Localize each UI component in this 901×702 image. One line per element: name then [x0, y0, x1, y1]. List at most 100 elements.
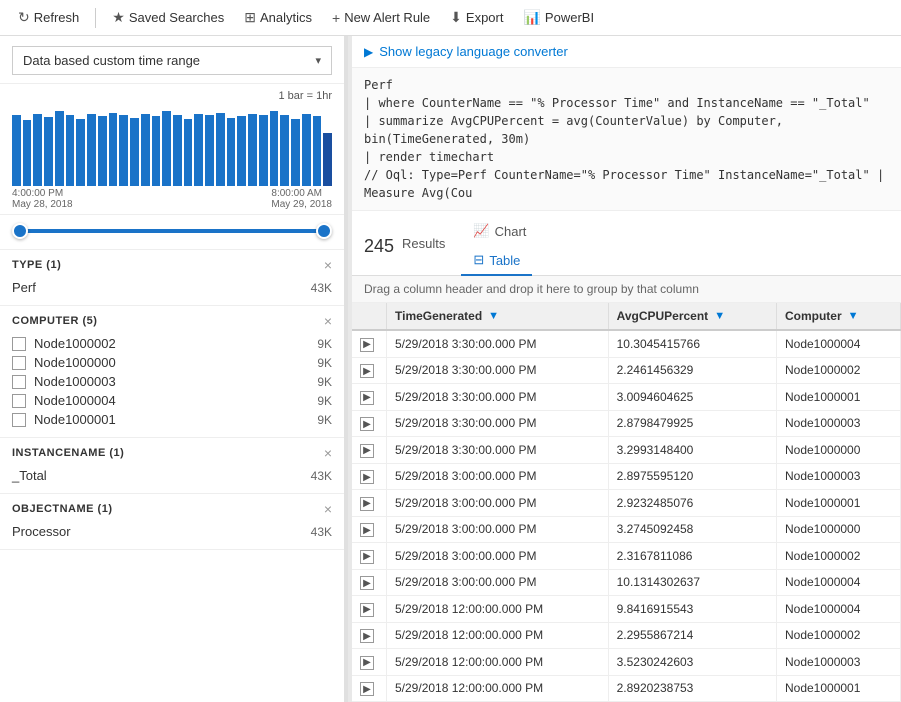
histogram-bar [291, 119, 300, 186]
facet-header-instancename: INSTANCENAME (1) × [12, 446, 332, 460]
table-cell-computer: Node1000002 [776, 357, 900, 384]
legacy-arrow-icon: ▶ [364, 45, 373, 59]
expand-col: ▶ [352, 569, 387, 596]
facet-close-objectname[interactable]: × [324, 502, 332, 516]
facet-checkbox[interactable] [12, 356, 26, 370]
analytics-button[interactable]: ⊞ Analytics [236, 5, 320, 30]
facet-count: 9K [317, 394, 332, 408]
row-expand-button[interactable]: ▶ [360, 444, 374, 458]
facet-checkbox[interactable] [12, 394, 26, 408]
table-cell-avgcpupercent: 9.8416915543 [608, 596, 776, 623]
facet-section-type: TYPE (1)×Perf43K [0, 250, 344, 306]
table-section[interactable]: TimeGenerated▼AvgCPUPercent▼Computer▼ ▶5… [352, 303, 901, 702]
facet-row-left: Perf [12, 280, 36, 295]
powerbi-button[interactable]: 📊 PowerBI [515, 5, 602, 30]
toolbar-sep-1 [95, 8, 96, 28]
facet-section-computer: COMPUTER (5)×Node10000029KNode10000009KN… [0, 306, 344, 438]
facet-close-computer[interactable]: × [324, 314, 332, 328]
col-label: TimeGenerated [395, 309, 482, 323]
tab-chart[interactable]: 📈Chart [461, 217, 538, 247]
row-expand-button[interactable]: ▶ [360, 470, 374, 484]
facet-checkbox[interactable] [12, 337, 26, 351]
saved-searches-button[interactable]: ★ Saved Searches [104, 5, 232, 30]
table-row: ▶5/29/2018 3:30:00.000 PM2.8798479925Nod… [352, 410, 901, 437]
facet-checkbox[interactable] [12, 375, 26, 389]
row-expand-button[interactable]: ▶ [360, 364, 374, 378]
histogram-bar [248, 114, 257, 186]
tab-label-table: Table [489, 253, 520, 268]
row-expand-button[interactable]: ▶ [360, 417, 374, 431]
expand-col: ▶ [352, 516, 387, 543]
legacy-label: Show legacy language converter [379, 44, 568, 59]
facet-value: Node1000001 [34, 412, 116, 427]
histogram-bar [184, 119, 193, 186]
tabs-container: 📈Chart⊟Table [461, 217, 538, 275]
new-alert-button[interactable]: + New Alert Rule [324, 6, 438, 30]
histogram-section: 1 bar = 1hr 4:00:00 PM May 28, 2018 8:00… [0, 84, 344, 215]
facet-value: Node1000002 [34, 336, 116, 351]
row-expand-button[interactable]: ▶ [360, 523, 374, 537]
export-button[interactable]: ⬇ Export [442, 5, 511, 30]
table-row: ▶5/29/2018 3:00:00.000 PM10.1314302637No… [352, 569, 901, 596]
row-expand-button[interactable]: ▶ [360, 629, 374, 643]
new-alert-label: New Alert Rule [344, 10, 430, 25]
row-expand-button[interactable]: ▶ [360, 656, 374, 670]
table-cell-timegenerated: 5/29/2018 12:00:00.000 PM [387, 675, 609, 702]
facet-section-objectname: OBJECTNAME (1)×Processor43K [0, 494, 344, 550]
slider-thumb-left[interactable] [12, 223, 28, 239]
facet-title-objectname: OBJECTNAME (1) [12, 503, 113, 515]
analytics-label: Analytics [260, 10, 312, 25]
query-text[interactable]: Perf | where CounterName == "% Processor… [364, 76, 889, 202]
facet-row-left: _Total [12, 468, 47, 483]
facet-section-instancename: INSTANCENAME (1)×_Total43K [0, 438, 344, 494]
row-expand-button[interactable]: ▶ [360, 338, 374, 352]
histogram-bar [280, 115, 289, 186]
row-expand-button[interactable]: ▶ [360, 550, 374, 564]
row-expand-button[interactable]: ▶ [360, 576, 374, 590]
facet-value: Perf [12, 280, 36, 295]
filter-icon[interactable]: ▼ [488, 310, 499, 322]
histogram-bar [194, 114, 203, 186]
facet-close-instancename[interactable]: × [324, 446, 332, 460]
table-row: ▶5/29/2018 3:30:00.000 PM10.3045415766No… [352, 330, 901, 357]
histogram-bar [23, 120, 32, 186]
tab-table[interactable]: ⊟Table [461, 246, 532, 276]
histogram-bar [227, 118, 236, 186]
download-icon: ⬇ [450, 9, 462, 26]
row-expand-button[interactable]: ▶ [360, 497, 374, 511]
table-cell-avgcpupercent: 10.3045415766 [608, 330, 776, 357]
legacy-toggle-button[interactable]: ▶ Show legacy language converter [364, 44, 889, 59]
table-row: ▶5/29/2018 3:00:00.000 PM2.3167811086Nod… [352, 543, 901, 570]
main-container: Data based custom time range ▾ 1 bar = 1… [0, 36, 901, 702]
histogram-date-start: 4:00:00 PM May 28, 2018 [12, 188, 73, 210]
facet-row-left: Node1000003 [12, 374, 116, 389]
table-col-computer: Computer▼ [776, 303, 900, 330]
export-label: Export [466, 10, 504, 25]
row-expand-button[interactable]: ▶ [360, 391, 374, 405]
row-expand-button[interactable]: ▶ [360, 603, 374, 617]
filter-icon[interactable]: ▼ [848, 310, 859, 322]
filter-icon[interactable]: ▼ [714, 310, 725, 322]
histogram-bar-unit: 1 bar = 1hr [12, 90, 332, 102]
row-expand-button[interactable]: ▶ [360, 682, 374, 696]
facet-title-instancename: INSTANCENAME (1) [12, 447, 124, 459]
slider-thumb-right[interactable] [316, 223, 332, 239]
table-col-avgcpupercent: AvgCPUPercent▼ [608, 303, 776, 330]
table-cell-timegenerated: 5/29/2018 3:00:00.000 PM [387, 569, 609, 596]
table-row: ▶5/29/2018 3:30:00.000 PM2.2461456329Nod… [352, 357, 901, 384]
expand-col: ▶ [352, 384, 387, 411]
histogram-bar [173, 115, 182, 186]
table-col-timegenerated: TimeGenerated ▼ [387, 303, 609, 330]
facet-close-type[interactable]: × [324, 258, 332, 272]
table-header: TimeGenerated▼AvgCPUPercent▼Computer▼ [352, 303, 901, 330]
histogram-bar [55, 111, 64, 186]
refresh-button[interactable]: ↻ Refresh [10, 5, 87, 30]
facet-count: 9K [317, 337, 332, 351]
time-range-dropdown[interactable]: Data based custom time range ▾ [12, 46, 332, 75]
table-cell-computer: Node1000002 [776, 622, 900, 649]
table-cell-avgcpupercent: 2.8975595120 [608, 463, 776, 490]
facet-checkbox[interactable] [12, 413, 26, 427]
table-row: ▶5/29/2018 12:00:00.000 PM9.8416915543No… [352, 596, 901, 623]
histogram-bar [130, 118, 139, 186]
table-cell-avgcpupercent: 2.8798479925 [608, 410, 776, 437]
